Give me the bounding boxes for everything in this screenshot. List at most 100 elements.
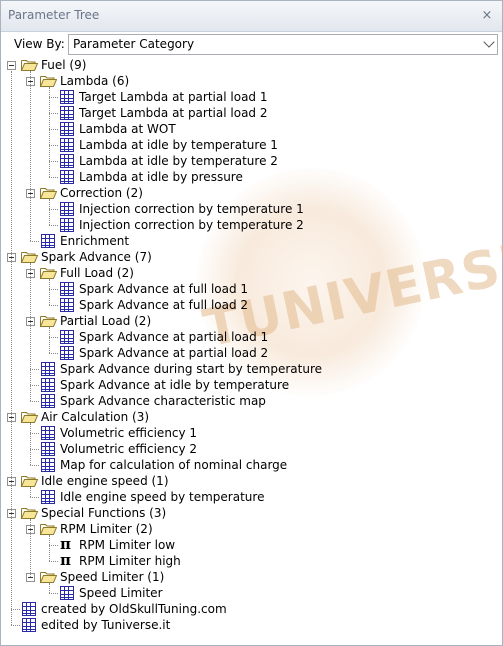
tree-node-label: Spark Advance at partial load 1 <box>79 330 269 344</box>
open-folder-icon <box>39 187 58 199</box>
view-by-select[interactable]: Parameter Category <box>68 34 498 55</box>
tree-node-label: Idle engine speed by temperature <box>60 490 265 504</box>
tree-node-label: RPM Limiter high <box>79 554 181 568</box>
table-map-icon <box>60 138 74 152</box>
tree-connector-line <box>49 289 58 290</box>
tree-connector-line <box>30 263 31 401</box>
tree-node-label: Target Lambda at partial load 1 <box>79 90 268 104</box>
tree-connector-line <box>30 369 39 370</box>
open-folder-icon <box>20 59 39 71</box>
tree-connector-line <box>49 161 58 162</box>
table-map-icon <box>41 442 55 456</box>
tree-node-label: edited by Tuniverse.it <box>41 618 171 632</box>
tree-connector-line <box>30 241 39 242</box>
tree-connector-line <box>49 545 58 546</box>
tree-connector-line <box>30 433 39 434</box>
tree-node-label: Map for calculation of nominal charge <box>60 458 288 472</box>
tree-connector-line <box>49 593 58 594</box>
tree-connector-line <box>30 465 39 466</box>
table-map-icon <box>60 106 74 120</box>
tree-node-label: Volumetric efficiency 1 <box>60 426 198 440</box>
tree-connector-line <box>30 497 39 498</box>
table-map-icon <box>60 202 74 216</box>
tree-connector-line <box>30 385 39 386</box>
table-map-icon <box>60 346 74 360</box>
tree-node-label: created by OldSkullTuning.com <box>41 602 227 616</box>
tree-node-label: Spark Advance at partial load 2 <box>79 346 269 360</box>
table-map-icon <box>60 218 74 232</box>
tree-node-label: Injection correction by temperature 1 <box>79 202 304 216</box>
panel-titlebar: Parameter Tree × <box>1 1 502 32</box>
table-map-icon <box>41 378 55 392</box>
tree-connector-line <box>49 305 58 306</box>
table-map-icon <box>60 298 74 312</box>
tree-node-label: Enrichment <box>60 234 130 248</box>
table-map-icon <box>41 426 55 440</box>
tree-node-label: Lambda at idle by temperature 2 <box>79 154 278 168</box>
tree-node-label: Volumetric efficiency 2 <box>60 442 198 456</box>
tree-node-label: Speed Limiter <box>79 586 163 600</box>
table-map-icon <box>41 394 55 408</box>
table-map-icon <box>41 234 55 248</box>
tree-connector-line <box>49 129 58 130</box>
table-map-icon <box>60 154 74 168</box>
panel-title: Parameter Tree <box>8 8 100 22</box>
table-map-icon <box>60 90 74 104</box>
open-folder-icon <box>39 315 58 327</box>
open-folder-icon <box>39 75 58 87</box>
tree-connector-line <box>49 279 50 305</box>
parameter-tree-panel: Parameter Tree × View By: Parameter Cate… <box>0 0 503 646</box>
tree-connector-line <box>30 519 31 577</box>
tree-connector-line <box>11 609 20 610</box>
table-map-icon <box>22 602 36 616</box>
tree-connector-line <box>49 97 58 98</box>
open-folder-icon <box>20 251 39 263</box>
tree-node-label: Spark Advance during start by temperatur… <box>60 362 323 376</box>
tree-node-label: Spark Advance characteristic map <box>60 394 266 408</box>
tree-node-label: Correction (2) <box>60 186 143 200</box>
table-map-icon <box>60 330 74 344</box>
tree-connector-line <box>30 487 31 497</box>
tree-node-label: Spark Advance at idle by temperature <box>60 378 290 392</box>
table-map-icon <box>60 122 74 136</box>
table-map-icon <box>41 362 55 376</box>
tree-connector-line <box>49 353 58 354</box>
tree-connector-line <box>49 225 58 226</box>
table-map-icon <box>60 282 74 296</box>
tree-node-label: Lambda at WOT <box>79 122 176 136</box>
open-folder-icon <box>39 267 58 279</box>
view-by-bar: View By: Parameter Category <box>1 32 502 56</box>
table-map-icon <box>41 490 55 504</box>
tree-connector-line <box>49 199 50 225</box>
tree-connector-line <box>11 71 12 625</box>
chevron-down-icon[interactable] <box>483 36 495 48</box>
tree-connector-line <box>49 145 58 146</box>
tree-connector-line <box>49 583 50 593</box>
tree-node-label: Spark Advance at full load 2 <box>79 298 249 312</box>
tree-connector-line <box>49 337 58 338</box>
tree-node-label: RPM Limiter (2) <box>60 522 153 536</box>
tree-node-label: Spark Advance (7) <box>41 250 152 264</box>
open-folder-icon <box>39 571 58 583</box>
tree-node-label: Lambda at idle by temperature 1 <box>79 138 278 152</box>
table-map-icon <box>60 586 74 600</box>
tree-node-label: Target Lambda at partial load 2 <box>79 106 268 120</box>
tree-connector-line <box>49 209 58 210</box>
parameter-tree: TUNIVERSE Fuel (9) Lambda (6) Target Lambd… <box>1 57 503 645</box>
tree-connector-line <box>11 625 20 626</box>
tree-node-label: Air Calculation (3) <box>41 410 150 424</box>
tree-node-label: Speed Limiter (1) <box>60 570 165 584</box>
tree-connector-line <box>30 71 31 241</box>
tree-connector-line <box>49 535 50 561</box>
pi-constant-icon: π <box>60 535 71 553</box>
tree-connector-line <box>49 87 50 177</box>
collapse-toggle-icon[interactable] <box>7 61 16 70</box>
tree-connector-line <box>49 177 58 178</box>
tree-connector-line <box>30 449 39 450</box>
tree-node-label: Special Functions (3) <box>41 506 167 520</box>
tree-node-label: Injection correction by temperature 2 <box>79 218 304 232</box>
close-icon[interactable]: × <box>480 9 494 23</box>
table-map-icon <box>41 458 55 472</box>
tree-node-label: RPM Limiter low <box>79 538 176 552</box>
tree-connector-line <box>49 327 50 353</box>
